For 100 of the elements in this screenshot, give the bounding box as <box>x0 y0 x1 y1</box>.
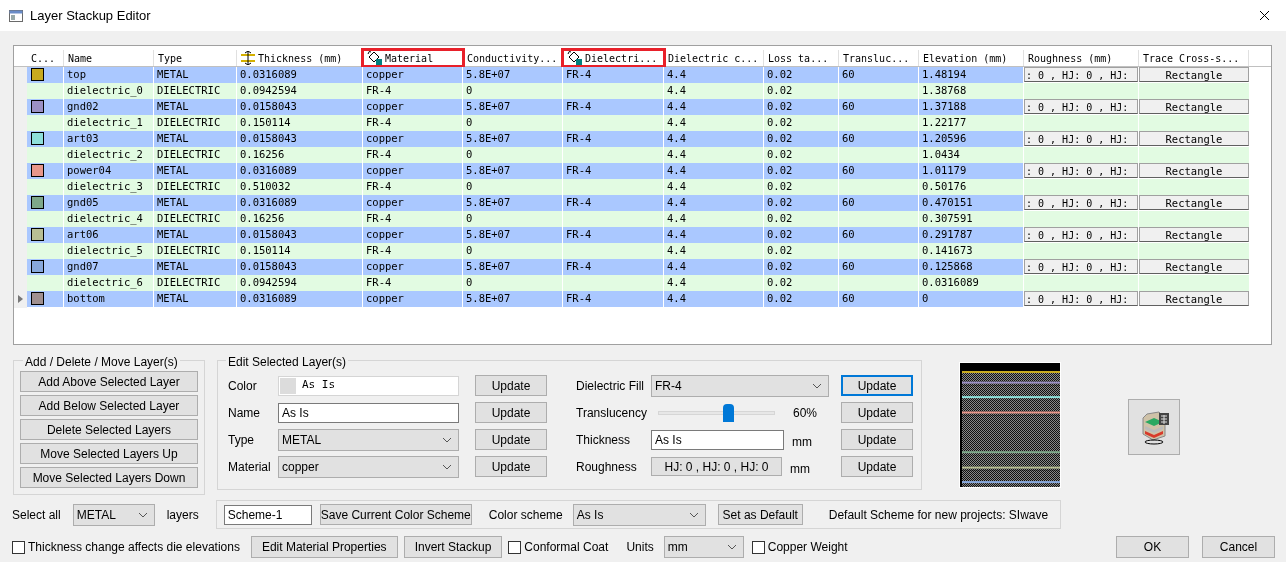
table-cell: 0 <box>463 275 563 292</box>
update-button[interactable]: Update <box>475 375 547 396</box>
update-button[interactable]: Update <box>841 456 913 477</box>
color-swatch[interactable] <box>31 260 44 274</box>
color-field[interactable]: As Is <box>278 375 459 396</box>
update-button[interactable]: Update <box>841 375 913 396</box>
set-default-button[interactable]: Set as Default <box>717 504 803 525</box>
dropdown[interactable]: METAL <box>278 428 459 451</box>
color-swatch[interactable] <box>31 196 44 210</box>
paint-bucket-icon <box>567 51 582 65</box>
column-header[interactable]: Loss ta... <box>764 50 839 66</box>
color-swatch[interactable] <box>31 292 44 306</box>
table-cell: METAL <box>154 163 237 180</box>
update-button[interactable]: Update <box>841 429 913 450</box>
table-cell: 5.8E+07 <box>463 195 563 212</box>
column-header[interactable]: Name <box>64 50 154 66</box>
table-cell: 1.20596 <box>919 131 1024 148</box>
table-cell: METAL <box>154 259 237 276</box>
dialog-button[interactable]: Cancel <box>1202 536 1275 558</box>
trace-shape-button[interactable]: Rectangle <box>1139 99 1249 115</box>
table-cell: 0 <box>463 83 563 100</box>
roughness-button[interactable]: : 0 , HJ: 0 , HJ: <box>1024 291 1138 307</box>
roughness-button[interactable]: : 0 , HJ: 0 , HJ: <box>1024 67 1138 83</box>
color-swatch[interactable] <box>31 164 44 178</box>
dropdown[interactable]: As Is <box>572 503 706 526</box>
table-cell: 1.48194 <box>919 67 1024 84</box>
dropdown[interactable]: copper <box>278 455 459 478</box>
update-button[interactable]: Update <box>475 429 547 450</box>
column-header[interactable]: Material <box>363 50 463 66</box>
roughness-button[interactable]: : 0 , HJ: 0 , HJ: <box>1024 195 1138 211</box>
layer-button[interactable]: Move Selected Layers Down <box>20 467 198 488</box>
layer-button[interactable]: Move Selected Layers Up <box>20 443 198 464</box>
checkbox[interactable] <box>751 540 765 554</box>
trace-shape-button[interactable]: Rectangle <box>1139 291 1249 307</box>
layer-button[interactable]: Add Below Selected Layer <box>20 395 198 416</box>
table-cell: 1.37188 <box>919 99 1024 116</box>
layer-button[interactable]: Add Above Selected Layer <box>20 371 198 392</box>
table-cell: 0.02 <box>764 99 839 116</box>
table-cell: 5.8E+07 <box>463 99 563 116</box>
layer-button[interactable]: Delete Selected Layers <box>20 419 198 440</box>
row-header[interactable] <box>14 291 27 308</box>
table-cell: 60 <box>839 67 919 84</box>
trace-shape-button[interactable]: Rectangle <box>1139 259 1249 275</box>
field-label: Roughness <box>576 458 638 476</box>
roughness-button[interactable]: : 0 , HJ: 0 , HJ: <box>1024 131 1138 147</box>
column-header[interactable]: Dielectri... <box>563 50 664 66</box>
table-cell: art03 <box>64 131 154 148</box>
column-header[interactable]: Conductivity... <box>463 50 563 66</box>
column-header[interactable]: Roughness (mm) <box>1024 50 1139 66</box>
table-cell: copper <box>363 227 463 244</box>
trace-shape-button[interactable]: Rectangle <box>1139 227 1249 243</box>
dropdown[interactable]: mm <box>663 536 744 558</box>
color-swatch[interactable] <box>31 228 44 242</box>
update-button[interactable]: Update <box>475 456 547 477</box>
stackup-calculator-button[interactable] <box>1128 399 1180 455</box>
slider[interactable] <box>658 403 775 422</box>
roughness-button[interactable]: : 0 , HJ: 0 , HJ: <box>1024 99 1138 115</box>
color-swatch[interactable] <box>31 68 44 82</box>
column-header[interactable]: C... <box>27 50 64 66</box>
table-cell: copper <box>363 131 463 148</box>
scheme-name-field[interactable]: Scheme-1 <box>223 504 312 525</box>
column-header[interactable]: Dielectric c... <box>664 50 764 66</box>
slider-thumb[interactable] <box>723 403 734 422</box>
trace-shape-button[interactable]: Rectangle <box>1139 67 1249 83</box>
trace-shape-button[interactable]: Rectangle <box>1139 131 1249 147</box>
checkbox[interactable] <box>12 540 25 554</box>
roughness-button[interactable]: : 0 , HJ: 0 , HJ: <box>1024 259 1138 275</box>
checkbox[interactable] <box>508 540 522 554</box>
close-icon[interactable] <box>1259 10 1270 21</box>
caret-icon <box>137 511 148 518</box>
roughness-button[interactable]: HJ: 0 , HJ: 0 , HJ: 0 <box>651 457 782 476</box>
table-cell: 5.8E+07 <box>463 227 563 244</box>
table-cell: 0.16256 <box>237 211 363 228</box>
table-cell: 0.291787 <box>919 227 1024 244</box>
trace-shape-button[interactable]: Rectangle <box>1139 195 1249 211</box>
roughness-button[interactable]: : 0 , HJ: 0 , HJ: <box>1024 227 1138 243</box>
column-header[interactable]: Type <box>154 50 237 66</box>
table-cell: copper <box>363 291 463 308</box>
option-button[interactable]: Edit Material Properties <box>250 536 398 558</box>
column-header[interactable]: Thickness (mm) <box>237 50 363 66</box>
dropdown[interactable]: METAL <box>72 503 155 526</box>
update-button[interactable]: Update <box>841 402 913 423</box>
option-button[interactable]: Invert Stackup <box>403 536 503 558</box>
table-cell: copper <box>363 67 463 84</box>
save-scheme-button[interactable]: Save Current Color Scheme <box>319 504 472 525</box>
dialog-button[interactable]: OK <box>1116 536 1189 558</box>
table-cell: 1.0434 <box>919 147 1024 164</box>
column-header[interactable]: Transluc... <box>839 50 919 66</box>
column-header[interactable]: Trace Cross-s... <box>1139 50 1249 66</box>
text-field[interactable]: As Is <box>278 402 459 423</box>
color-swatch[interactable] <box>31 132 44 146</box>
color-swatch[interactable] <box>31 100 44 114</box>
trace-shape-button[interactable]: Rectangle <box>1139 163 1249 179</box>
dropdown[interactable]: FR-4 <box>651 374 829 397</box>
thickness-icon <box>241 51 255 65</box>
table-cell: dielectric_6 <box>64 275 154 292</box>
text-field[interactable]: As Is <box>651 429 784 450</box>
column-header[interactable]: Elevation (mm) <box>919 50 1024 66</box>
update-button[interactable]: Update <box>475 402 547 423</box>
roughness-button[interactable]: : 0 , HJ: 0 , HJ: <box>1024 163 1138 179</box>
